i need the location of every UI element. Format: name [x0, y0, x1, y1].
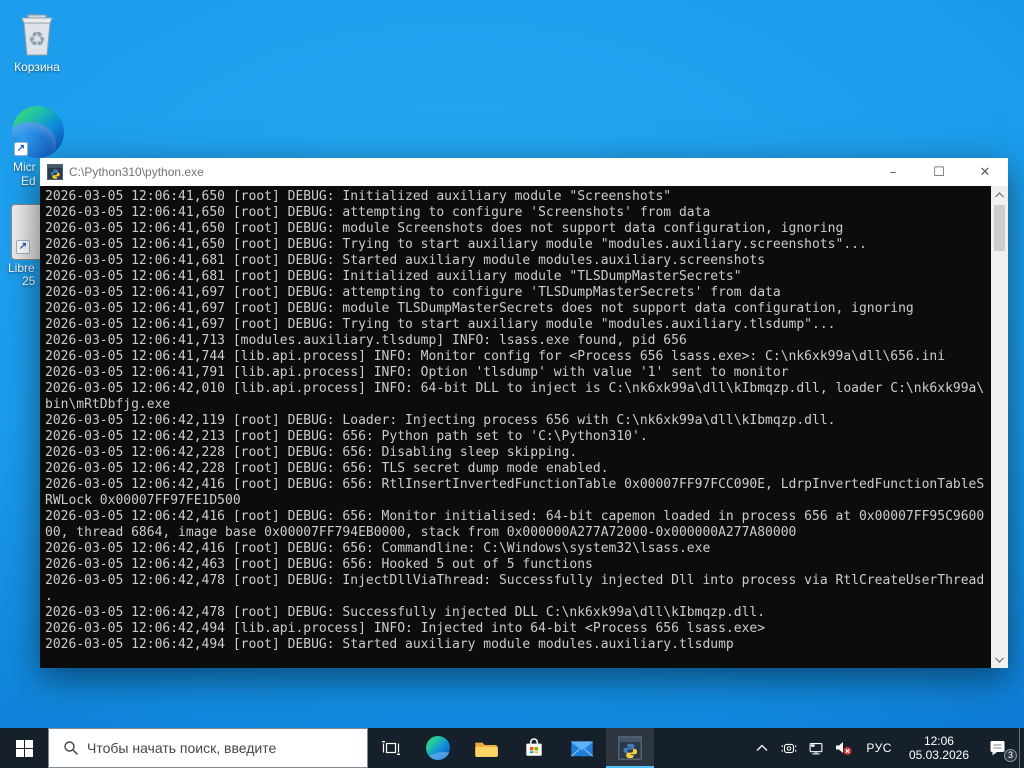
console-log-line: 2026-03-05 12:06:42,416 [root] DEBUG: 65… [45, 541, 991, 557]
console-log-line: 2026-03-05 12:06:41,791 [lib.api.process… [45, 365, 991, 381]
console-log-line: 2026-03-05 12:06:42,213 [root] DEBUG: 65… [45, 429, 991, 445]
console-log-line: 2026-03-05 12:06:42,119 [root] DEBUG: Lo… [45, 413, 991, 429]
console-log-line: 2026-03-05 12:06:41,713 [modules.auxilia… [45, 333, 991, 349]
volume-button[interactable] [829, 728, 857, 768]
python-console-icon [47, 164, 63, 180]
console-log-line: 2026-03-05 12:06:41,650 [root] DEBUG: Tr… [45, 237, 991, 253]
chevron-up-icon [756, 744, 768, 752]
console-log-line: 2026-03-05 12:06:41,681 [root] DEBUG: St… [45, 253, 991, 269]
console-log-line: 2026-03-05 12:06:42,494 [root] DEBUG: St… [45, 637, 991, 653]
clock-date: 05.03.2026 [909, 748, 969, 762]
console-log-line: 00, thread 6864, image base 0x00007FF794… [45, 525, 991, 541]
console-log-line: 2026-03-05 12:06:41,697 [root] DEBUG: at… [45, 285, 991, 301]
taskbar-edge-button[interactable] [414, 728, 462, 768]
scroll-down-arrow-icon[interactable] [991, 651, 1008, 668]
console-window: C:\Python310\python.exe – ☐ ✕ 2026-03-05… [40, 158, 1008, 668]
console-log-line: 2026-03-05 12:06:41,650 [root] DEBUG: at… [45, 205, 991, 221]
task-view-button[interactable] [368, 728, 414, 768]
file-explorer-icon [474, 739, 498, 758]
console-output: 2026-03-05 12:06:41,650 [root] DEBUG: In… [40, 186, 1008, 668]
edge-icon [426, 736, 450, 760]
scrollbar-thumb[interactable] [994, 205, 1005, 251]
minimize-button[interactable]: – [870, 158, 916, 186]
console-log-line: 2026-03-05 12:06:42,416 [root] DEBUG: 65… [45, 509, 991, 525]
console-log-line: 2026-03-05 12:06:42,010 [lib.api.process… [45, 381, 991, 397]
console-log-line: 2026-03-05 12:06:41,681 [root] DEBUG: In… [45, 269, 991, 285]
console-log-line: 2026-03-05 12:06:42,478 [root] DEBUG: Su… [45, 605, 991, 621]
console-titlebar[interactable]: C:\Python310\python.exe – ☐ ✕ [40, 158, 1008, 186]
console-log-line: . [45, 589, 991, 605]
search-icon [63, 740, 79, 756]
microsoft-store-icon [523, 737, 545, 759]
python-console-icon [618, 736, 642, 760]
shortcut-arrow-icon: ↗ [14, 142, 28, 156]
console-log-line: 2026-03-05 12:06:41,697 [root] DEBUG: mo… [45, 301, 991, 317]
action-center-button[interactable]: 3 [977, 728, 1019, 768]
console-log: 2026-03-05 12:06:41,650 [root] DEBUG: In… [40, 186, 991, 668]
console-log-line: RWLock 0x00007FF97FE1D500 [45, 493, 991, 509]
language-indicator[interactable]: РУС [857, 728, 901, 768]
meet-now-button[interactable] [775, 728, 802, 768]
edge-label-line1: Micr [13, 160, 36, 174]
shortcut-arrow-icon: ↗ [16, 240, 30, 254]
recycle-bin-label: Корзина [0, 60, 74, 74]
console-log-line: 2026-03-05 12:06:41,744 [lib.api.process… [45, 349, 991, 365]
network-button[interactable] [802, 728, 829, 768]
edge-label-line2: Ed [21, 174, 36, 188]
taskbar-store-button[interactable] [510, 728, 558, 768]
taskbar-mail-button[interactable] [558, 728, 606, 768]
windows-logo-icon [16, 740, 33, 757]
volume-muted-icon [834, 740, 853, 756]
console-log-line: 2026-03-05 12:06:41,650 [root] DEBUG: In… [45, 189, 991, 205]
scroll-up-arrow-icon[interactable] [991, 186, 1008, 203]
task-view-icon [381, 740, 401, 756]
network-icon [807, 741, 825, 756]
console-log-line: 2026-03-05 12:06:42,228 [root] DEBUG: 65… [45, 445, 991, 461]
tray-chevron-button[interactable] [749, 728, 775, 768]
recycle-bin-glyph: ♻ [14, 10, 60, 58]
console-log-line: 2026-03-05 12:06:42,228 [root] DEBUG: 65… [45, 461, 991, 477]
libreoffice-label-line1: Libre [8, 261, 35, 275]
close-button[interactable]: ✕ [962, 158, 1008, 186]
console-log-line: 2026-03-05 12:06:41,650 [root] DEBUG: mo… [45, 221, 991, 237]
libreoffice-label-line2: 25 [22, 274, 35, 288]
search-input[interactable]: Чтобы начать поиск, введите [48, 728, 368, 768]
console-log-line: 2026-03-05 12:06:42,416 [root] DEBUG: 65… [45, 477, 991, 493]
svg-text:♻: ♻ [28, 29, 46, 51]
console-log-line: 2026-03-05 12:06:42,463 [root] DEBUG: 65… [45, 557, 991, 573]
meet-now-camera-icon [780, 741, 798, 756]
taskbar: Чтобы начать поиск, введите [0, 728, 1024, 768]
taskbar-python-console-button[interactable] [606, 728, 654, 768]
clock[interactable]: 12:06 05.03.2026 [901, 728, 977, 768]
show-desktop-button[interactable] [1019, 728, 1024, 768]
clock-time: 12:06 [909, 734, 969, 748]
start-button[interactable] [0, 728, 48, 768]
recycle-bin-icon[interactable]: ♻ [14, 10, 60, 63]
console-log-line: 2026-03-05 12:06:41,697 [root] DEBUG: Tr… [45, 317, 991, 333]
console-log-line: 2026-03-05 12:06:42,478 [root] DEBUG: In… [45, 573, 991, 589]
taskbar-file-explorer-button[interactable] [462, 728, 510, 768]
console-log-line: bin\mRtDbfjg.exe [45, 397, 991, 413]
window-title: C:\Python310\python.exe [69, 165, 870, 179]
maximize-button[interactable]: ☐ [916, 158, 962, 186]
search-placeholder: Чтобы начать поиск, введите [87, 740, 276, 756]
notification-badge: 3 [1004, 749, 1017, 762]
scrollbar[interactable] [991, 186, 1008, 668]
system-tray: РУС 12:06 05.03.2026 3 [749, 728, 1024, 768]
console-log-line: 2026-03-05 12:06:42,494 [lib.api.process… [45, 621, 991, 637]
taskbar-empty-area [654, 728, 749, 768]
mail-icon [570, 739, 594, 758]
